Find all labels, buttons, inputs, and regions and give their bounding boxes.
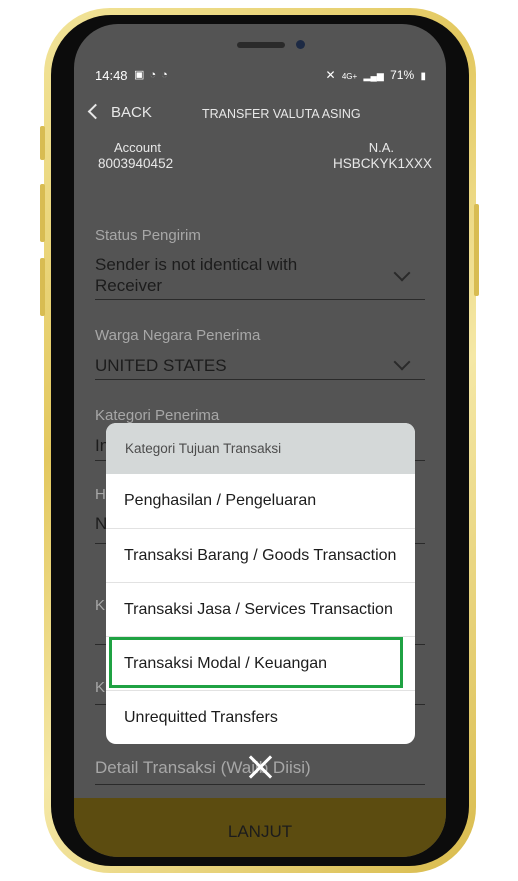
back-label: BACK xyxy=(111,104,152,121)
battery-icon: ▮ xyxy=(420,71,426,82)
transaction-category-modal: Kategori Tujuan Transaksi Penghasilan / … xyxy=(106,423,415,744)
mute-icon: ✕ xyxy=(325,68,336,82)
field-underline xyxy=(95,379,425,380)
network-icon: 4G+ xyxy=(341,72,358,81)
status-right: ✕ 4G+ ▂▄▆ 71% ▮ xyxy=(322,68,426,82)
account-label: Account xyxy=(114,140,161,155)
modal-title: Kategori Tujuan Transaksi xyxy=(106,423,415,474)
bank-label: N.A. xyxy=(368,140,394,155)
kategori-penerima-label: Kategori Penerima xyxy=(95,407,220,424)
page-header: BACK TRANSFER VALUTA ASING Account 80039… xyxy=(74,88,446,238)
signal-icon: ▂▄▆ xyxy=(363,71,384,81)
battery-level: 71% xyxy=(390,68,415,82)
chevron-down-icon[interactable] xyxy=(393,264,411,282)
account-number: 8003940452 xyxy=(98,156,174,171)
field-k2-label: K xyxy=(95,679,106,696)
volume-down-button xyxy=(40,258,45,316)
modal-option[interactable]: Unrequitted Transfers xyxy=(106,690,415,744)
field-underline xyxy=(95,299,425,300)
status-bar: 14:48 ▣ ◔ ◔ ✕ 4G+ ▂▄▆ 71% ▮ xyxy=(74,64,446,88)
modal-option[interactable]: Transaksi Barang / Goods Transaction xyxy=(106,528,415,582)
mute-switch xyxy=(40,126,45,160)
earpiece-speaker xyxy=(237,42,285,48)
swift-code: HSBCKYK1XXX xyxy=(332,156,432,171)
status-pengirim-value[interactable]: Sender is not identical with Receiver xyxy=(95,254,297,296)
selection-highlight xyxy=(109,637,403,688)
modal-option[interactable]: Penghasilan / Pengeluaran xyxy=(106,474,415,528)
volume-up-button xyxy=(40,184,45,242)
chevron-down-icon[interactable] xyxy=(393,353,411,371)
warga-negara-label: Warga Negara Penerima xyxy=(95,327,261,344)
chevron-left-icon xyxy=(87,103,104,120)
close-icon[interactable] xyxy=(247,754,273,780)
field-underline xyxy=(95,784,425,785)
detail-transaksi-field[interactable]: Detail Transaksi (Wajib Diisi) xyxy=(95,758,311,778)
status-value-line1: Sender is not identical with xyxy=(95,255,298,274)
notification-icons: ▣ ◔ ◔ xyxy=(134,69,169,81)
back-button[interactable]: BACK xyxy=(87,103,152,121)
hubungan-label: H xyxy=(95,486,106,503)
front-camera xyxy=(296,40,305,49)
page-title: TRANSFER VALUTA ASING xyxy=(202,107,361,121)
power-button xyxy=(474,204,479,296)
status-pengirim-label: Status Pengirim xyxy=(95,227,201,244)
lanjut-label: LANJUT xyxy=(227,822,293,841)
status-value-line2: Receiver xyxy=(95,276,163,295)
modal-option[interactable]: Transaksi Jasa / Services Transaction xyxy=(106,582,415,636)
status-time: 14:48 xyxy=(95,68,128,83)
field-k1-label: K xyxy=(95,597,106,614)
lanjut-button[interactable]: LANJUT xyxy=(74,798,446,857)
warga-negara-value[interactable]: UNITED STATES xyxy=(95,355,227,376)
